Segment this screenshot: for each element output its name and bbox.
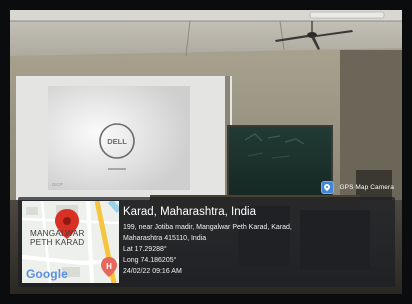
badge-label: GPS Map Camera: [339, 183, 394, 191]
gps-map-camera-badge: GPS Map Camera: [321, 180, 394, 194]
location-details: Karad, Maharashtra, India 199, near Joti…: [123, 205, 391, 277]
google-logo: Google: [26, 267, 68, 281]
map-thumbnail: H MANGALWAR PETH KARAD Google: [22, 201, 119, 283]
gps-camera-icon: [321, 180, 335, 194]
svg-text:DICP: DICP: [52, 182, 63, 187]
location-overlay: H MANGALWAR PETH KARAD Google Karad, Mah…: [18, 197, 395, 287]
latitude: Lat 17.29288°: [123, 246, 167, 253]
map-label-line1: MANGALWAR: [30, 229, 85, 238]
photo-frame: DELL DICP GPS Map Camera H MANGALWAR PET…: [0, 0, 412, 304]
map-label-line2: PETH KARAD: [30, 238, 85, 247]
longitude: Long 74.186205°: [123, 257, 177, 264]
address-line-2: Maharashtra 415110, India: [123, 235, 207, 242]
date-time: 24/02/22 09:16 AM: [123, 268, 182, 275]
map-area-label: MANGALWAR PETH KARAD: [30, 229, 110, 247]
location-title: Karad, Maharashtra, India: [123, 206, 256, 218]
svg-text:H: H: [106, 262, 112, 271]
svg-text:DELL: DELL: [107, 137, 127, 146]
address-line-1: 199, near Jotiba madir, Mangalwar Peth K…: [123, 224, 292, 231]
